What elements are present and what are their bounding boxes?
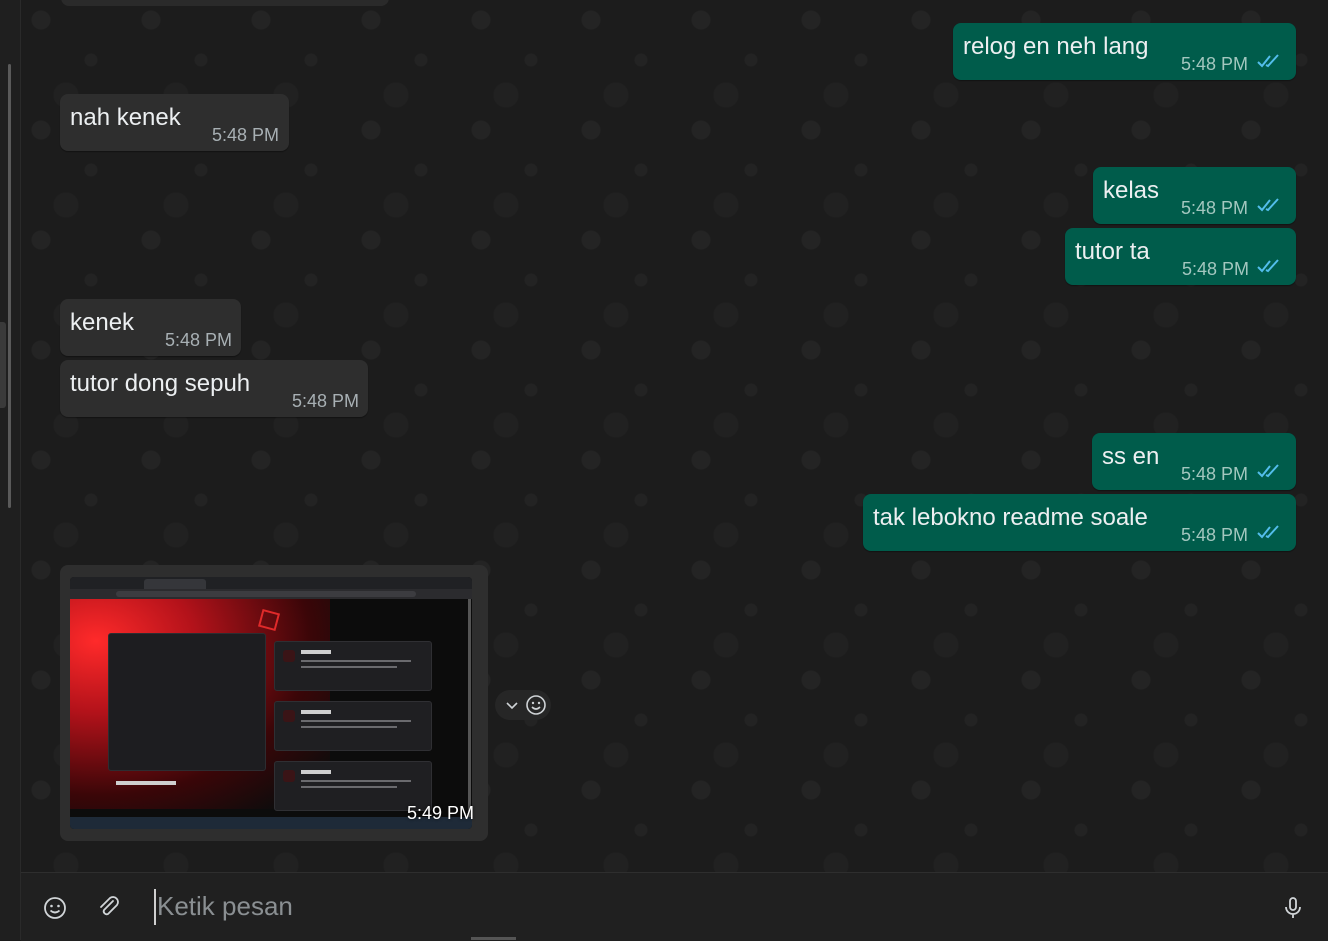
screenshot-card	[274, 701, 432, 751]
message-time: 5:48 PM	[1181, 198, 1249, 218]
message-text: relog en neh lang	[963, 33, 1149, 60]
previous-message-bubble	[61, 0, 389, 6]
microphone-icon[interactable]	[1280, 895, 1306, 921]
message-time: 5:49 PM	[406, 803, 474, 823]
left-pane-edge	[0, 0, 21, 940]
message-text: ss en	[1102, 443, 1160, 470]
screenshot-tab	[144, 579, 206, 589]
screenshot-card-title	[301, 770, 331, 774]
screenshot-card-icon	[283, 770, 295, 782]
double-check-icon	[1257, 464, 1279, 478]
paperclip-icon[interactable]	[97, 895, 123, 921]
message-time: 5:48 PM	[165, 330, 233, 350]
smiley-icon[interactable]	[525, 694, 547, 716]
screenshot-card-title	[301, 710, 331, 714]
message-text: tutor ta	[1075, 238, 1150, 265]
message-bubble-incoming[interactable]: kenek 5:48 PM	[60, 299, 241, 356]
image-message-bubble[interactable]: 5:49 PM	[60, 565, 488, 841]
screenshot-card-line	[301, 786, 397, 788]
screenshot-image[interactable]	[70, 577, 472, 829]
screenshot-tabbar	[70, 577, 472, 589]
double-check-icon	[1257, 259, 1279, 273]
screenshot-card-line	[301, 780, 411, 782]
screenshot-scrollbar	[468, 599, 471, 817]
message-input[interactable]	[155, 883, 1259, 929]
screenshot-card-line	[301, 726, 397, 728]
screenshot-url	[116, 591, 416, 597]
message-time: 5:48 PM	[1182, 259, 1250, 279]
message-bubble-incoming[interactable]: tutor dong sepuh 5:48 PM	[60, 360, 368, 417]
message-bubble-outgoing[interactable]: tak lebokno readme soale 5:48 PM	[863, 494, 1296, 551]
message-time: 5:48 PM	[1181, 54, 1249, 74]
pane-resize-handle[interactable]	[0, 322, 6, 408]
message-composer	[21, 872, 1328, 941]
message-time: 5:48 PM	[292, 391, 360, 411]
message-bubble-outgoing[interactable]: kelas 5:48 PM	[1093, 167, 1296, 224]
screenshot-card	[274, 641, 432, 691]
message-text: tak lebokno readme soale	[873, 504, 1148, 531]
message-text: tutor dong sepuh	[70, 370, 251, 397]
double-check-icon	[1257, 54, 1279, 68]
screenshot-card-icon	[283, 710, 295, 722]
message-bubble-incoming[interactable]: nah kenek 5:48 PM	[60, 94, 289, 151]
scrollbar-thumb[interactable]	[8, 64, 11, 508]
screenshot-card-line	[301, 666, 397, 668]
screenshot-card-line	[301, 720, 411, 722]
message-time: 5:48 PM	[1181, 464, 1249, 484]
screenshot-card-title	[301, 650, 331, 654]
screenshot-card-line	[301, 660, 411, 662]
screenshot-doc-heading	[116, 781, 176, 785]
emoji-icon[interactable]	[42, 895, 68, 921]
double-check-icon	[1257, 525, 1279, 539]
chevron-down-icon[interactable]	[505, 698, 519, 712]
screenshot-card-icon	[283, 650, 295, 662]
message-bubble-outgoing[interactable]: relog en neh lang 5:48 PM	[953, 23, 1296, 80]
double-check-icon	[1257, 198, 1279, 212]
chat-area: relog en neh lang 5:48 PM nah kenek 5:48…	[21, 0, 1328, 872]
message-actions	[495, 690, 551, 720]
message-time: 5:48 PM	[1181, 525, 1249, 545]
message-time: 5:48 PM	[212, 125, 280, 145]
screenshot-panel	[108, 633, 266, 771]
message-text: nah kenek	[70, 104, 181, 131]
message-text: kenek	[70, 309, 135, 336]
message-bubble-outgoing[interactable]: tutor ta 5:48 PM	[1065, 228, 1296, 285]
message-bubble-outgoing[interactable]: ss en 5:48 PM	[1092, 433, 1296, 490]
message-text: kelas	[1103, 177, 1160, 204]
